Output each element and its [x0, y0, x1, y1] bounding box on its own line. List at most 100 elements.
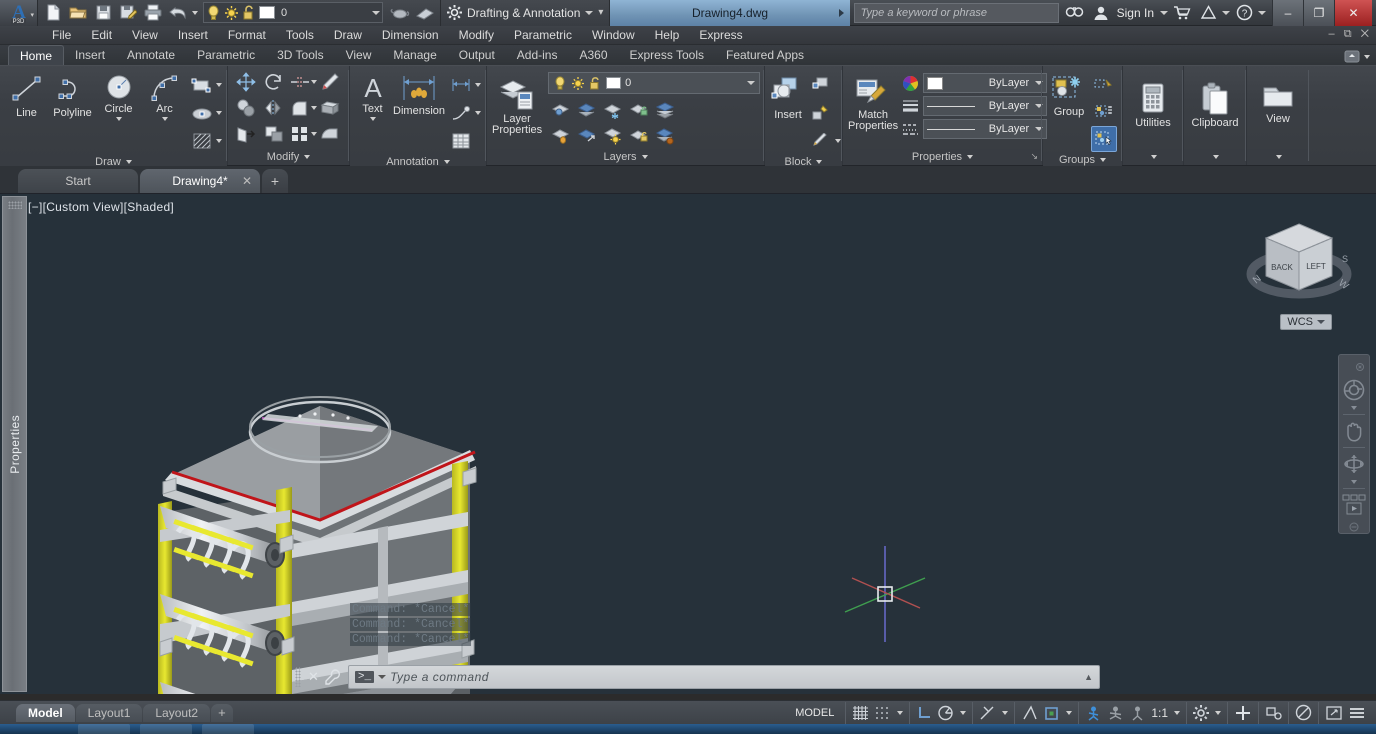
- wcs-selector[interactable]: WCS: [1280, 314, 1332, 330]
- command-line[interactable]: ✕ >_ Type a command ▲: [295, 664, 1100, 690]
- tab-insert[interactable]: Insert: [64, 45, 116, 65]
- chevron-down-icon[interactable]: [216, 139, 222, 143]
- extrude-icon[interactable]: [317, 121, 343, 147]
- viewport-label[interactable]: [−][Custom View][Shaded]: [28, 200, 174, 214]
- arc-button[interactable]: Arc: [143, 70, 186, 121]
- chevron-down-icon[interactable]: [370, 117, 377, 121]
- tab-view[interactable]: View: [335, 45, 383, 65]
- save-as-icon[interactable]: [116, 2, 140, 24]
- layer-lock-icon[interactable]: [626, 97, 652, 123]
- close-icon[interactable]: ✕: [308, 669, 319, 685]
- panel-dialog-launcher[interactable]: ↘: [1030, 148, 1038, 164]
- chevron-down-icon[interactable]: [835, 139, 841, 143]
- linetype-combo[interactable]: ByLayer: [923, 119, 1048, 139]
- chevron-down-icon[interactable]: [1035, 81, 1044, 85]
- new-file-icon[interactable]: [41, 2, 65, 24]
- workspace-list-icon[interactable]: ▾: [598, 7, 603, 18]
- chevron-down-icon[interactable]: [475, 111, 481, 115]
- chevron-down-icon[interactable]: [216, 111, 222, 115]
- search-input[interactable]: Type a keyword or phrase: [853, 2, 1059, 23]
- layer-unlock-icon[interactable]: [626, 123, 652, 149]
- add-tools-icon[interactable]: [1234, 704, 1252, 722]
- chevron-down-icon[interactable]: [1351, 480, 1357, 484]
- workspace-switcher[interactable]: Drafting & Annotation ▾: [441, 0, 611, 26]
- circle-button[interactable]: Circle: [97, 70, 140, 121]
- layout-tab-model[interactable]: Model: [16, 703, 75, 722]
- drawing-canvas[interactable]: Z ✕ Y [−][Custom View][Shaded] Propertie…: [0, 194, 1376, 694]
- autodesk-a360-icon[interactable]: [1196, 2, 1220, 24]
- restore-button[interactable]: ❐: [1303, 0, 1334, 26]
- group-button[interactable]: Group: [1048, 73, 1090, 118]
- menu-dimension[interactable]: Dimension: [372, 26, 449, 45]
- menu-modify[interactable]: Modify: [449, 26, 504, 45]
- chevron-down-icon[interactable]: [897, 710, 904, 715]
- fillet-icon[interactable]: [289, 95, 310, 121]
- line-button[interactable]: Line: [5, 70, 48, 119]
- orbit-icon[interactable]: [1342, 452, 1366, 476]
- table-icon[interactable]: [448, 128, 474, 154]
- array-3d-icon[interactable]: [317, 95, 343, 121]
- panel-title-utilities[interactable]: [1123, 149, 1183, 165]
- ungroup-icon[interactable]: [1091, 72, 1117, 98]
- layer-match-icon[interactable]: [574, 123, 600, 149]
- chevron-down-icon[interactable]: [1317, 320, 1325, 324]
- menu-window[interactable]: Window: [582, 26, 645, 45]
- 3d-object-snap-icon[interactable]: [1043, 705, 1060, 721]
- menu-parametric[interactable]: Parametric: [504, 26, 582, 45]
- ortho-mode-icon[interactable]: [916, 705, 932, 721]
- snap-mode-icon[interactable]: [874, 705, 891, 721]
- save-icon[interactable]: [91, 2, 115, 24]
- chevron-down-icon[interactable]: [1160, 10, 1168, 15]
- chevron-down-icon[interactable]: [1364, 54, 1370, 59]
- copy-icon[interactable]: [233, 95, 259, 121]
- autodesk-store-icon[interactable]: [1170, 2, 1194, 24]
- layer-on-icon[interactable]: [600, 123, 626, 149]
- move-icon[interactable]: [233, 69, 259, 95]
- chevron-down-icon[interactable]: [1002, 710, 1009, 715]
- tab-express-tools[interactable]: Express Tools: [619, 45, 715, 65]
- trim-icon[interactable]: [289, 69, 310, 95]
- close-button[interactable]: ✕: [1334, 0, 1372, 26]
- layer-off-icon[interactable]: [548, 123, 574, 149]
- taskbar-item[interactable]: [202, 724, 254, 734]
- help-icon[interactable]: ?: [1232, 2, 1256, 24]
- ribbon-minimize-icon[interactable]: [1344, 50, 1360, 63]
- taskbar-item[interactable]: [140, 724, 192, 734]
- autoscale-icon[interactable]: [1107, 705, 1124, 721]
- group-selection-toggle-icon[interactable]: [1091, 126, 1117, 152]
- panel-title-clipboard[interactable]: [1184, 149, 1246, 165]
- chevron-down-icon[interactable]: [747, 81, 756, 85]
- search-help-icon[interactable]: [1063, 2, 1087, 24]
- menu-draw[interactable]: Draw: [324, 26, 372, 45]
- insert-block-button[interactable]: Insert: [770, 74, 806, 121]
- layer-properties-button[interactable]: Layer Properties: [492, 76, 542, 136]
- new-drawing-tab-button[interactable]: +: [262, 169, 288, 193]
- lineweight-combo[interactable]: ByLayer: [923, 96, 1048, 116]
- palette-grip[interactable]: [8, 201, 22, 209]
- hatch-icon[interactable]: [189, 128, 215, 154]
- chevron-down-icon[interactable]: [1035, 127, 1044, 131]
- chevron-down-icon[interactable]: [1066, 710, 1073, 715]
- layer-freeze-icon[interactable]: [600, 97, 626, 123]
- plot-icon[interactable]: [141, 2, 165, 24]
- dimension-button[interactable]: Dimension: [393, 70, 445, 117]
- chevron-down-icon[interactable]: [1035, 104, 1044, 108]
- file-tab-start[interactable]: Start: [18, 169, 138, 193]
- steering-wheel-icon[interactable]: [1342, 378, 1366, 402]
- wrench-icon[interactable]: [325, 669, 341, 685]
- annotation-scale-value[interactable]: 1:1: [1151, 706, 1168, 720]
- tab-manage[interactable]: Manage: [382, 45, 447, 65]
- utilities-button[interactable]: Utilities: [1128, 80, 1178, 129]
- layout-tab-layout1[interactable]: Layout1: [75, 703, 143, 722]
- chevron-down-icon[interactable]: [585, 10, 594, 15]
- match-properties-button[interactable]: Match Properties: [848, 76, 898, 132]
- chevron-down-icon[interactable]: [372, 10, 380, 15]
- navigation-bar[interactable]: [1338, 354, 1370, 534]
- menu-format[interactable]: Format: [218, 26, 276, 45]
- layer-delete-icon[interactable]: [652, 123, 678, 149]
- command-input[interactable]: >_ Type a command ▲: [347, 665, 1100, 689]
- mirror-icon[interactable]: [261, 95, 287, 121]
- chevron-down-icon[interactable]: [1215, 710, 1221, 715]
- tab-home[interactable]: Home: [8, 45, 65, 65]
- menu-help[interactable]: Help: [645, 26, 690, 45]
